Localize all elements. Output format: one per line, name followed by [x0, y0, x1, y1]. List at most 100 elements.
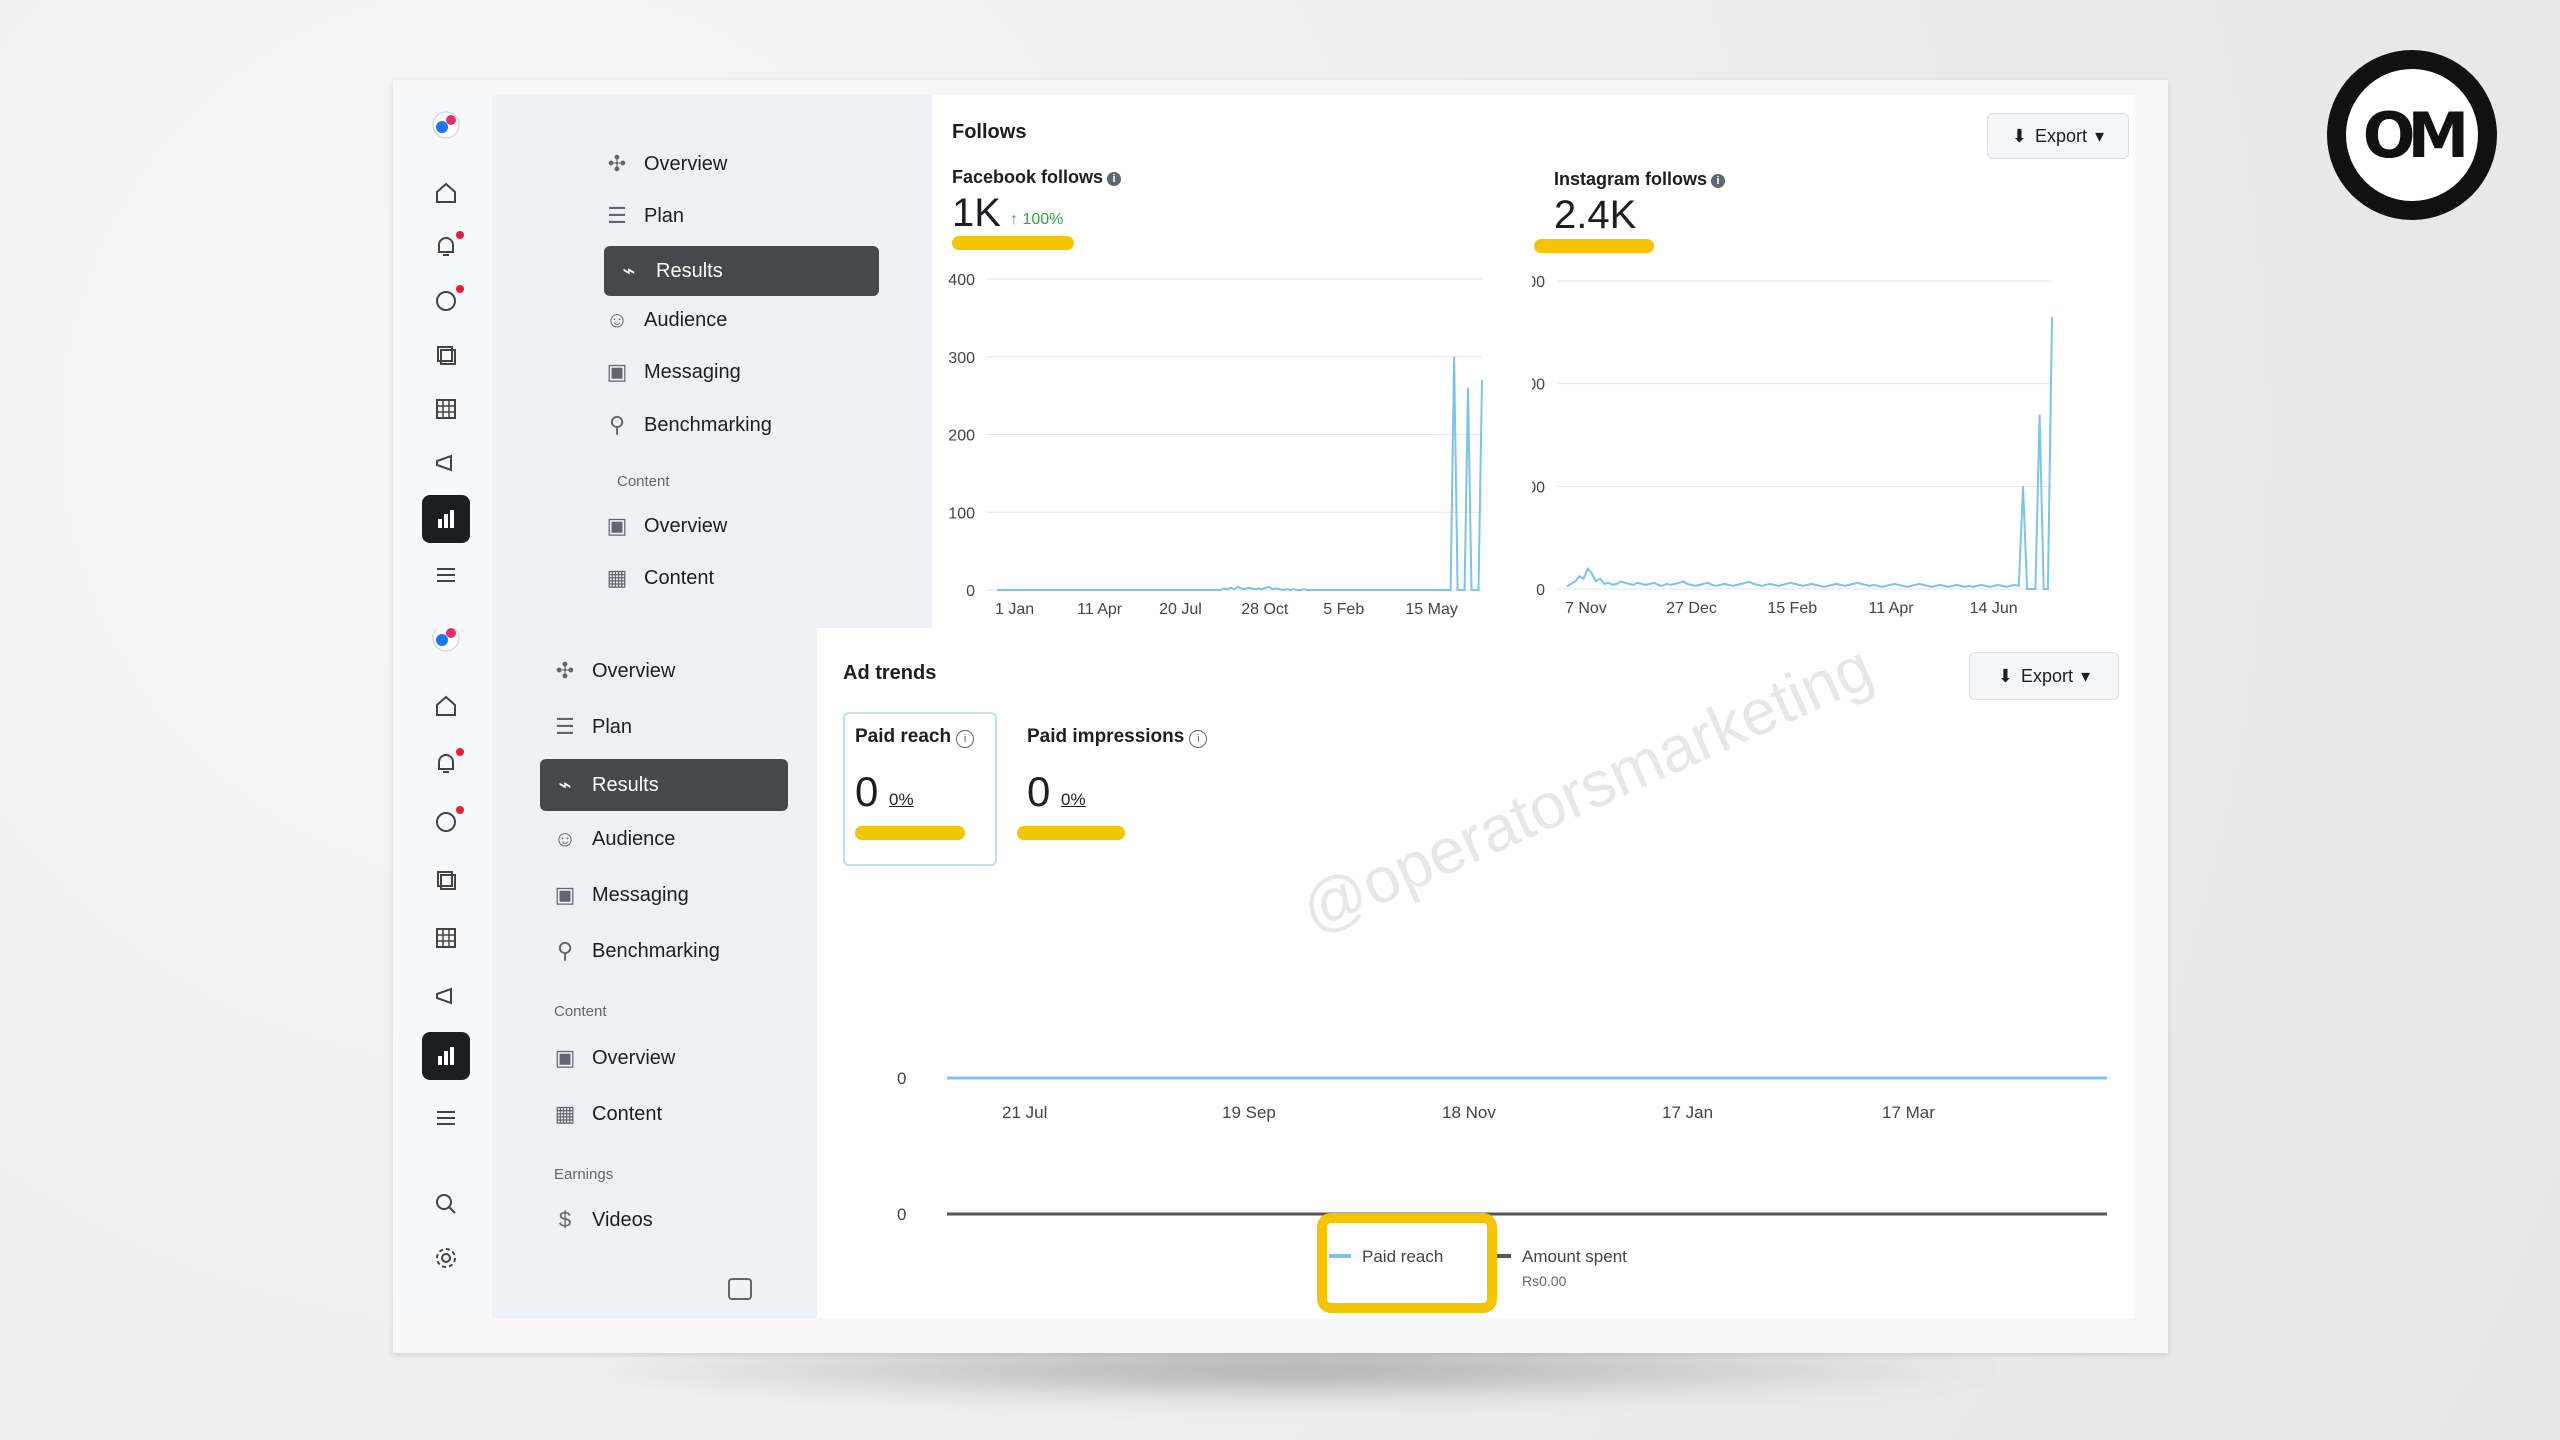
paid-reach-label: Paid reach i	[855, 726, 975, 748]
nav-item-results[interactable]: ⌁ Results	[604, 246, 879, 296]
download-icon: ⬇	[2011, 125, 2027, 146]
export-button[interactable]: ⬇ Export ▾	[1987, 113, 2129, 159]
nav-item-label: Content	[644, 566, 715, 589]
nav-item-overview[interactable]: ✣ Overview	[604, 151, 728, 177]
nav-item-content-overview[interactable]: ▣ Overview	[552, 1045, 676, 1071]
facebook-follows-value: 1K	[952, 191, 1001, 235]
nav-item-overview[interactable]: ✣ Overview	[552, 658, 676, 684]
yellow-highlight	[855, 826, 965, 840]
menu-icon[interactable]	[430, 1102, 462, 1134]
nav-item-plan[interactable]: ☰ Plan	[552, 714, 632, 740]
icon-rail	[400, 628, 493, 1318]
search-icon[interactable]	[430, 1188, 462, 1220]
notifications-icon[interactable]	[430, 748, 464, 780]
y-tick-label: 400	[948, 272, 975, 289]
y-tick-label: 0	[897, 1205, 906, 1224]
ads-megaphone-icon[interactable]	[430, 447, 462, 479]
content-library-icon[interactable]	[430, 339, 462, 371]
content-library-icon[interactable]	[430, 864, 462, 896]
nav-item-messaging[interactable]: ▣ Messaging	[604, 359, 741, 385]
x-tick-label: 5 Feb	[1323, 601, 1364, 618]
menu-icon[interactable]	[430, 559, 462, 591]
results-icon: ⌁	[558, 772, 572, 797]
nav-item-label: Benchmarking	[592, 939, 720, 962]
x-tick-label: 1 Jan	[995, 601, 1034, 618]
export-label: Export	[2021, 665, 2074, 686]
dollar-icon: $	[558, 1207, 572, 1232]
x-tick-label: 15 Feb	[1767, 600, 1817, 617]
nav-item-label: Content	[592, 1102, 663, 1125]
yellow-highlight	[1534, 239, 1654, 253]
nav-item-label: Overview	[592, 1046, 676, 1069]
y-tick-label: 400	[1532, 377, 1545, 394]
x-tick-label: 28 Oct	[1241, 601, 1289, 618]
nav-item-audience[interactable]: ☺ Audience	[604, 307, 728, 333]
ad-trends-panel: Ad trends ⬇ Export ▾ Paid reach i 0 0% Pa…	[817, 628, 2135, 1318]
follows-screenshot: ✣ Overview ☰ Plan ⌁ Results ☺ Audience ▣…	[400, 95, 2135, 635]
facebook-follows-chart: 0 100 200 300 400 1 Jan 11 Apr 20 Jul 28 Oct 5 Fe…	[948, 272, 1483, 618]
caret-down-icon: ▾	[2095, 125, 2105, 146]
x-tick-label: 11 Apr	[1868, 600, 1914, 617]
account-avatar-icon[interactable]	[430, 109, 462, 141]
notification-dot	[456, 285, 464, 293]
nav-item-label: Plan	[644, 204, 685, 227]
download-icon: ⬇	[1997, 665, 2013, 686]
nav-item-label: Overview	[644, 514, 728, 537]
nav-item-label: Overview	[592, 659, 676, 682]
collapse-sidebar-icon[interactable]	[728, 1278, 752, 1300]
info-icon[interactable]: i	[1107, 172, 1122, 186]
insights-icon[interactable]	[422, 1032, 470, 1080]
y-tick-label: 0	[1536, 582, 1545, 599]
nav-item-plan[interactable]: ☰ Plan	[604, 203, 684, 229]
notifications-icon[interactable]	[430, 231, 464, 263]
nav-item-content-overview[interactable]: ▣ Overview	[604, 513, 728, 539]
insights-icon[interactable]	[422, 495, 470, 543]
content-icon: ▦	[554, 1101, 576, 1126]
nav-item-label: Audience	[644, 308, 728, 331]
paid-impressions-label: Paid impressions i	[1027, 726, 1208, 748]
logo-text: OM	[2362, 98, 2469, 172]
nav-item-messaging[interactable]: ▣ Messaging	[552, 882, 689, 908]
overview-icon: ▣	[606, 513, 628, 538]
inbox-icon[interactable]	[430, 285, 464, 317]
nav-item-results[interactable]: ⌁ Results	[540, 759, 788, 811]
x-tick-label: 17 Jan	[1662, 1103, 1713, 1122]
home-icon[interactable]	[430, 690, 462, 722]
nav-item-content[interactable]: ▦ Content	[552, 1101, 662, 1127]
yellow-highlight	[1017, 826, 1125, 840]
nav-item-content[interactable]: ▦ Content	[604, 565, 714, 591]
notification-dot	[456, 231, 464, 239]
nav-item-videos[interactable]: $ Videos	[552, 1207, 653, 1233]
instagram-follows-label: Instagram follows i	[1554, 169, 1726, 190]
legend-label-amount-spent: Amount spent	[1522, 1247, 1627, 1266]
x-tick-label: 21 Jul	[1002, 1103, 1047, 1122]
nav-item-audience[interactable]: ☺ Audience	[552, 826, 676, 852]
card-label-text: Paid impressions	[1027, 726, 1185, 747]
home-icon[interactable]	[430, 177, 462, 209]
insights-sidebar: ✣ Overview ☰ Plan ⌁ Results ☺ Audience ▣…	[492, 95, 932, 635]
nav-item-benchmarking[interactable]: ⚲ Benchmarking	[604, 412, 772, 438]
benchmarking-icon: ⚲	[608, 412, 626, 437]
export-button[interactable]: ⬇ Export ▾	[1969, 652, 2119, 700]
inbox-icon[interactable]	[430, 806, 464, 838]
planner-icon[interactable]	[430, 393, 462, 425]
planner-icon[interactable]	[430, 922, 462, 954]
overview-icon: ✣	[607, 151, 627, 176]
nav-item-benchmarking[interactable]: ⚲ Benchmarking	[552, 938, 720, 964]
ads-megaphone-icon[interactable]	[430, 980, 462, 1012]
info-icon[interactable]: i	[1711, 174, 1726, 188]
export-label: Export	[2035, 125, 2088, 146]
x-tick-label: 18 Nov	[1442, 1103, 1496, 1122]
icon-rail	[400, 95, 493, 635]
series-line	[1566, 316, 2053, 590]
account-avatar-icon[interactable]	[430, 628, 462, 654]
info-icon[interactable]: i	[1189, 730, 1208, 748]
notification-dot	[456, 806, 464, 814]
info-icon[interactable]: i	[956, 730, 975, 748]
facebook-follows-change: ↑ 100%	[1010, 211, 1064, 228]
x-tick-label: 15 May	[1405, 601, 1457, 618]
overview-icon: ▣	[554, 1045, 576, 1070]
gear-icon[interactable]	[430, 1242, 462, 1274]
nav-item-label: Benchmarking	[644, 413, 772, 436]
plan-icon: ☰	[607, 203, 627, 228]
